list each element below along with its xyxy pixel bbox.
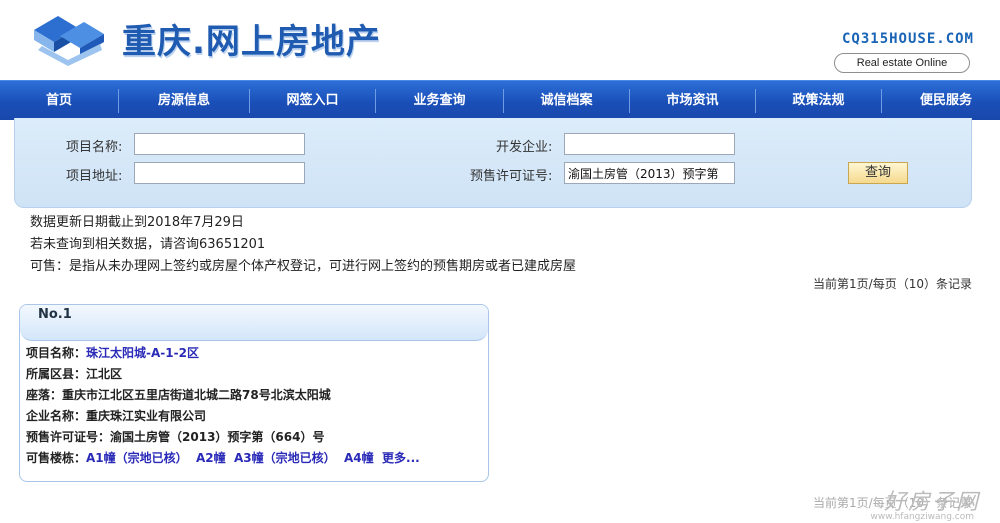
main-nav: 首页 房源信息 网签入口 业务查询 诚信档案 市场资讯 政策法规 便民服务 <box>0 80 1000 120</box>
nav-item-online-signing[interactable]: 网签入口 <box>250 81 375 121</box>
nav-item-home[interactable]: 首页 <box>0 81 118 121</box>
brand-tagline: Real estate Online <box>834 53 970 73</box>
presale-value: 渝国土房管（2013）预字第（664）号 <box>110 430 325 444</box>
watermark-url: www.hfangziwang.com <box>870 512 974 522</box>
result-card-header: No.1 <box>20 305 488 341</box>
detail-row: 所属区县：江北区 <box>26 364 482 385</box>
nav-item-listings[interactable]: 房源信息 <box>119 81 249 121</box>
detail-row: 企业名称：重庆珠江实业有限公司 <box>26 406 482 427</box>
site-title[interactable]: 重庆.网上房地产 <box>122 14 381 63</box>
building-link-a2[interactable]: A2幢 <box>196 451 226 465</box>
project-name-link[interactable]: 珠江太阳城-A-1-2区 <box>86 346 199 360</box>
detail-row: 项目名称：珠江太阳城-A-1-2区 <box>26 343 482 364</box>
building-link-a4[interactable]: A4幢 <box>344 451 374 465</box>
project-name-label: 项目名称: <box>66 140 123 155</box>
nav-item-policies[interactable]: 政策法规 <box>756 81 881 121</box>
brand-domain: CQ315HOUSE.COM <box>841 31 974 47</box>
location-value: 重庆市江北区五里店街道北城二路78号北滨太阳城 <box>62 388 331 402</box>
result-details: 项目名称：珠江太阳城-A-1-2区 所属区县：江北区 座落：重庆市江北区五里店街… <box>26 343 482 469</box>
presale-key: 预售许可证号： <box>26 430 111 444</box>
contact-text: 若未查询到相关数据，请咨询63651201 <box>30 237 266 252</box>
buildings-key: 可售楼栋： <box>26 451 87 465</box>
project-address-label: 项目地址: <box>66 169 123 184</box>
definition-text: 可售：是指从未办理网上签约或房屋个体产权登记，可进行网上签约的预售期房或者已建成… <box>30 259 577 274</box>
project-name-key: 项目名称： <box>26 346 87 360</box>
district-value: 江北区 <box>86 367 123 381</box>
project-address-input[interactable] <box>134 162 305 184</box>
nav-item-services[interactable]: 便民服务 <box>882 81 1000 121</box>
result-number: No.1 <box>38 307 72 322</box>
query-button[interactable]: 查询 <box>848 162 908 184</box>
update-date-text: 数据更新日期截止到2018年7月29日 <box>30 215 244 230</box>
detail-row: 座落：重庆市江北区五里店街道北城二路78号北滨太阳城 <box>26 385 482 406</box>
district-key: 所属区县： <box>26 367 87 381</box>
detail-row: 可售楼栋：A1幢（宗地已核） A2幢 A3幢（宗地已核） A4幢 更多... <box>26 448 482 469</box>
project-name-input[interactable] <box>134 133 305 155</box>
more-buildings-link[interactable]: 更多... <box>382 451 420 465</box>
nav-item-market-news[interactable]: 市场资讯 <box>630 81 755 121</box>
site-header: 重庆.网上房地产 CQ315HOUSE.COM Real estate Onli… <box>0 0 1000 80</box>
developer-label: 开发企业: <box>496 140 553 155</box>
logo-icon <box>34 16 104 66</box>
result-card: No.1 项目名称：珠江太阳城-A-1-2区 所属区县：江北区 座落：重庆市江北… <box>19 304 489 482</box>
building-link-a3[interactable]: A3幢（宗地已核） <box>234 451 336 465</box>
developer-input[interactable] <box>564 133 735 155</box>
building-link-a1[interactable]: A1幢（宗地已核） <box>86 451 188 465</box>
nav-item-business-query[interactable]: 业务查询 <box>376 81 503 121</box>
location-key: 座落： <box>26 388 63 402</box>
presale-permit-label: 预售许可证号: <box>470 169 553 184</box>
company-value: 重庆珠江实业有限公司 <box>86 409 207 423</box>
company-key: 企业名称： <box>26 409 87 423</box>
pagination-info: 当前第1页/每页（10）条记录 <box>813 277 972 291</box>
nav-item-credit-records[interactable]: 诚信档案 <box>504 81 629 121</box>
presale-permit-input[interactable] <box>564 162 735 184</box>
detail-row: 预售许可证号：渝国土房管（2013）预字第（664）号 <box>26 427 482 448</box>
